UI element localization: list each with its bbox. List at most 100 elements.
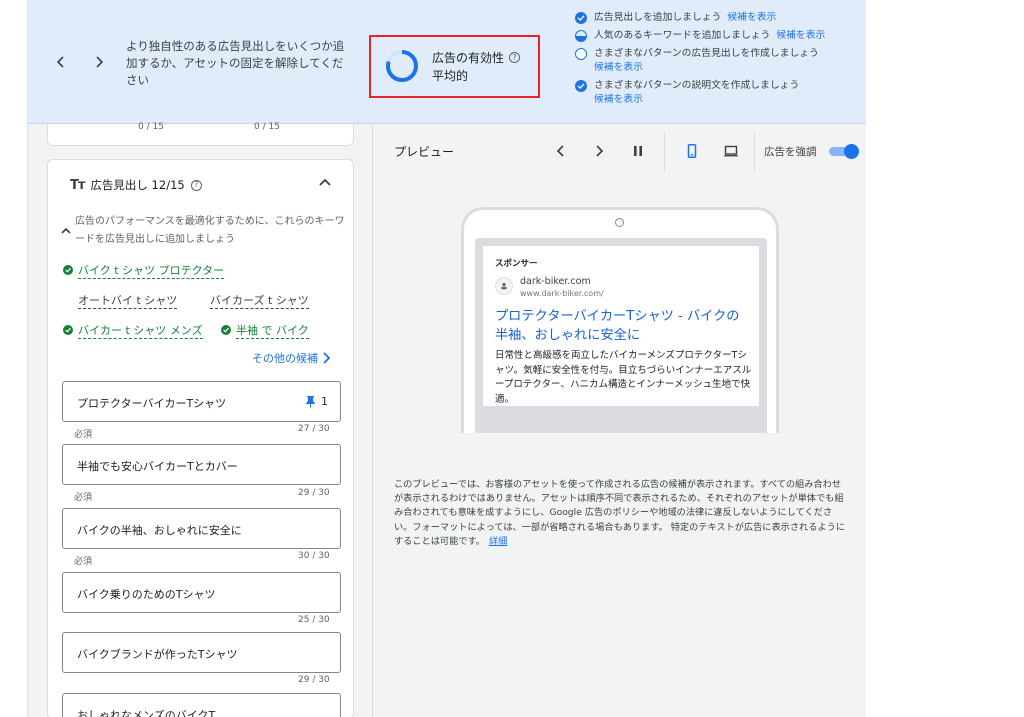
char-counter: 0 / 15 — [254, 122, 280, 132]
toolbar-divider — [754, 132, 755, 172]
suggestion-item: さまざまなパターンの広告見出しを作成しましょう 候補を表示 — [575, 47, 855, 75]
headline-input-value: バイク乗りのためのTシャツ — [77, 588, 216, 601]
char-counter: 25 / 30 — [298, 615, 330, 625]
char-counter: 0 / 15 — [138, 122, 164, 132]
text-format-icon: Tт — [70, 177, 85, 193]
preview-title: プレビュー — [394, 145, 455, 159]
suggestion-text: 人気のあるキーワードを追加しましょう — [594, 30, 771, 41]
desktop-device-icon[interactable] — [721, 141, 741, 161]
next-ad-icon[interactable] — [589, 141, 609, 161]
previous-ad-icon[interactable] — [551, 141, 571, 161]
headline-input[interactable]: 半袖でも安心バイカーTとカバー — [62, 444, 341, 485]
pin-icon — [306, 395, 315, 407]
suggestion-text: さまざまなパターンの広告見出しを作成しましょう — [594, 48, 819, 59]
asset-editor-column: 0 / 15 0 / 15 Tт 広告見出し 12/15 ? 広告のパフォーマン… — [28, 122, 373, 717]
ad-strength-ring-icon — [386, 50, 418, 82]
headlines-title: 広告見出し 12/15 — [90, 178, 185, 192]
required-label: 必須 — [74, 493, 93, 503]
emphasize-ad-toggle[interactable] — [829, 144, 859, 159]
char-counter: 27 / 30 — [298, 424, 330, 434]
char-counter: 29 / 30 — [298, 488, 330, 498]
headline-input-value: プロテクターバイカーTシャツ — [77, 397, 227, 410]
show-suggestions-link[interactable]: 候補を表示 — [594, 93, 855, 107]
required-label: 必須 — [74, 557, 93, 567]
keyword-chip[interactable]: バイカー t シャツ メンズ — [78, 324, 203, 339]
check-circle-icon — [575, 12, 587, 24]
suggestion-item: 人気のあるキーワードを追加しましょう 候補を表示 — [575, 29, 855, 43]
ad-preview-panel: プレビュー 広告を強調 スポンサー dark-biker.com www.dar… — [374, 124, 866, 717]
keyword-chip[interactable]: オートバイ t シャツ — [78, 294, 178, 309]
chevron-right-icon — [323, 352, 330, 364]
check-circle-icon — [63, 325, 73, 335]
keyword-chip[interactable]: 半袖 で バイク — [236, 324, 309, 339]
previous-arrow-icon[interactable] — [51, 52, 71, 72]
suggestion-item: 広告見出しを追加しましょう 候補を表示 — [575, 11, 855, 25]
pin-control[interactable]: 1 — [306, 395, 328, 408]
char-counter: 30 / 30 — [298, 551, 330, 561]
banner-message: より独自性のある広告見出しをいくつか追加するか、アセットの固定を解除してください — [126, 39, 345, 87]
previous-section-card: 0 / 15 0 / 15 — [47, 122, 354, 146]
show-suggestions-link[interactable]: 候補を表示 — [776, 30, 825, 41]
ad-domain: dark-biker.com — [520, 276, 591, 287]
empty-circle-icon — [575, 48, 587, 60]
headline-input[interactable]: バイクの半袖、おしゃれに安全に — [62, 508, 341, 549]
headlines-header: Tт 広告見出し 12/15 ? — [70, 177, 202, 193]
check-circle-icon — [575, 80, 587, 92]
suggestion-list: 広告見出しを追加しましょう 候補を表示 人気のあるキーワードを追加しましょう 候補を… — [575, 11, 855, 111]
ad-strength-highlight: 広告の有効性 ? 平均的 — [369, 35, 540, 98]
headline-input-value: バイクブランドが作ったTシャツ — [77, 648, 238, 661]
show-suggestions-link[interactable]: 候補を表示 — [727, 12, 776, 23]
headlines-section: Tт 広告見出し 12/15 ? 広告のパフォーマンスを最適化するために、これら… — [47, 159, 354, 717]
favicon-icon — [495, 277, 513, 295]
keyword-hint: 広告のパフォーマンスを最適化するために、これらのキーワードを広告見出しに追加しま… — [60, 213, 345, 249]
chevron-up-icon[interactable] — [316, 174, 334, 192]
headline-input-value: 半袖でも安心バイカーTとカバー — [77, 460, 238, 473]
headline-input-value: おしゃれなメンズのバイクT — [77, 709, 216, 717]
emphasize-ad-label: 広告を強調 — [764, 146, 817, 158]
chevron-up-icon[interactable] — [60, 225, 72, 237]
keyword-hint-text: 広告のパフォーマンスを最適化するために、これらのキーワードを広告見出しに追加しま… — [75, 216, 345, 245]
next-arrow-icon[interactable] — [89, 52, 109, 72]
headline-input[interactable]: おしゃれなメンズのバイクT — [62, 693, 341, 717]
mobile-device-icon[interactable] — [682, 141, 702, 161]
suggestion-text: 広告見出しを追加しましょう — [594, 12, 722, 23]
phone-camera — [615, 218, 624, 227]
toggle-knob — [844, 144, 859, 159]
pin-position: 1 — [321, 395, 328, 408]
keyword-chip[interactable]: バイカーズ t シャツ — [210, 294, 309, 309]
disclaimer-text: このプレビューでは、お客様のアセットを使って作成される広告の候補が表示されます。… — [394, 479, 845, 547]
ad-strength-banner: より独自性のある広告見出しをいくつか追加するか、アセットの固定を解除してください… — [28, 0, 866, 124]
details-link[interactable]: 詳細 — [489, 536, 507, 547]
suggestion-item: さまざまなパターンの説明文を作成しましょう 候補を表示 — [575, 79, 855, 107]
sponsored-label: スポンサー — [495, 259, 538, 269]
ad-display-url: www.dark-biker.com/ — [520, 289, 604, 298]
headline-input[interactable]: バイク乗りのためのTシャツ — [62, 572, 341, 613]
help-icon[interactable]: ? — [190, 179, 202, 191]
ad-strength-value: 平均的 — [432, 69, 469, 83]
preview-disclaimer: このプレビューでは、お客様のアセットを使って作成される広告の候補が表示されます。… — [394, 478, 846, 549]
headline-input[interactable]: バイクブランドが作ったTシャツ — [62, 632, 341, 673]
ads-editor: より独自性のある広告見出しをいくつか追加するか、アセットの固定を解除してください… — [27, 0, 866, 717]
toolbar-divider — [664, 132, 665, 172]
more-suggestions-label: その他の候補 — [252, 352, 318, 365]
check-circle-icon — [221, 325, 231, 335]
help-icon[interactable]: ? — [509, 52, 521, 63]
keyword-chip[interactable]: バイク t シャツ プロテクター — [78, 264, 225, 279]
phone-frame: スポンサー dark-biker.com www.dark-biker.com/… — [461, 207, 779, 433]
more-suggestions-link[interactable]: その他の候補 — [252, 350, 330, 366]
headline-input[interactable]: プロテクターバイカーTシャツ 1 — [62, 381, 341, 422]
char-counter: 29 / 30 — [298, 675, 330, 685]
half-circle-icon — [575, 30, 587, 42]
ad-card: スポンサー dark-biker.com www.dark-biker.com/… — [483, 246, 759, 406]
headline-input-value: バイクの半袖、おしゃれに安全に — [77, 524, 242, 537]
show-suggestions-link[interactable]: 候補を表示 — [594, 61, 855, 75]
pause-icon[interactable] — [628, 141, 648, 161]
ad-headline[interactable]: プロテクターバイカーTシャツ - バイクの半袖、おしゃれに安全に — [495, 307, 750, 345]
ad-strength-title-text: 広告の有効性 — [432, 51, 505, 65]
required-label: 必須 — [74, 430, 93, 440]
ad-strength-title: 広告の有効性 ? — [432, 49, 521, 66]
page: より独自性のある広告見出しをいくつか追加するか、アセットの固定を解除してください… — [0, 0, 1024, 717]
ad-description: 日常性と高級感を両立したバイカーメンズプロテクターTシャツ。気軽に安全性を付与。… — [495, 350, 752, 405]
ad-frame: スポンサー dark-biker.com www.dark-biker.com/… — [475, 238, 767, 433]
check-circle-icon — [63, 265, 73, 275]
